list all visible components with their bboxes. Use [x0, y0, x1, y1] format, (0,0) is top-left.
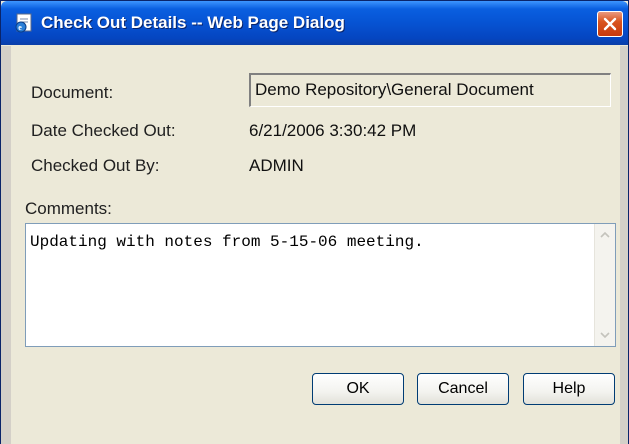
date-checked-out-value: 6/21/2006 3:30:42 PM [249, 121, 417, 140]
dialog-frame-right [620, 46, 628, 444]
comments-scrollbar[interactable] [594, 224, 615, 346]
scroll-down-arrow-icon[interactable] [596, 326, 614, 344]
close-icon [603, 17, 617, 31]
comments-textarea[interactable]: Updating with notes from 5-15-06 meeting… [25, 223, 616, 347]
comments-text: Updating with notes from 5-15-06 meeting… [30, 233, 424, 251]
comments-label: Comments: [25, 199, 112, 218]
document-value: Demo Repository\General Document [255, 80, 534, 99]
svg-text:e: e [18, 23, 22, 32]
ok-button[interactable]: OK [312, 373, 404, 405]
document-label: Document: [31, 83, 114, 102]
ie-page-icon: e [13, 12, 35, 34]
help-button[interactable]: Help [523, 373, 615, 405]
window-title: Check Out Details -- Web Page Dialog [41, 13, 345, 32]
scroll-up-arrow-icon[interactable] [596, 226, 614, 244]
document-field[interactable]: Demo Repository\General Document [249, 73, 611, 107]
dialog-frame-left [1, 46, 11, 444]
check-out-details-dialog: e Check Out Details -- Web Page Dialog D… [0, 0, 629, 444]
cancel-button[interactable]: Cancel [417, 373, 509, 405]
checked-out-by-value: ADMIN [249, 156, 304, 175]
title-bar[interactable]: e Check Out Details -- Web Page Dialog [1, 1, 628, 45]
date-checked-out-label: Date Checked Out: [31, 121, 176, 140]
checked-out-by-label: Checked Out By: [31, 156, 160, 175]
close-button[interactable] [597, 11, 623, 37]
